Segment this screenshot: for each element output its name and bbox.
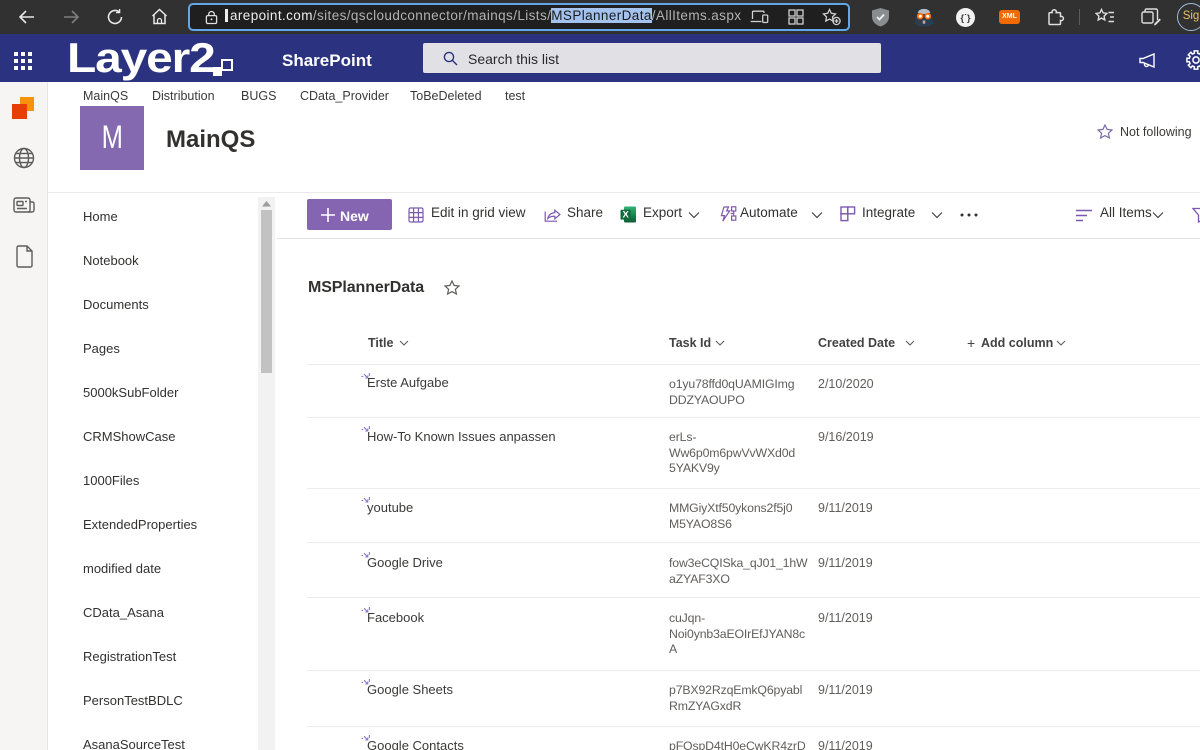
svg-text:X: X xyxy=(623,210,630,221)
svg-text:{˙}: {˙} xyxy=(960,13,970,23)
